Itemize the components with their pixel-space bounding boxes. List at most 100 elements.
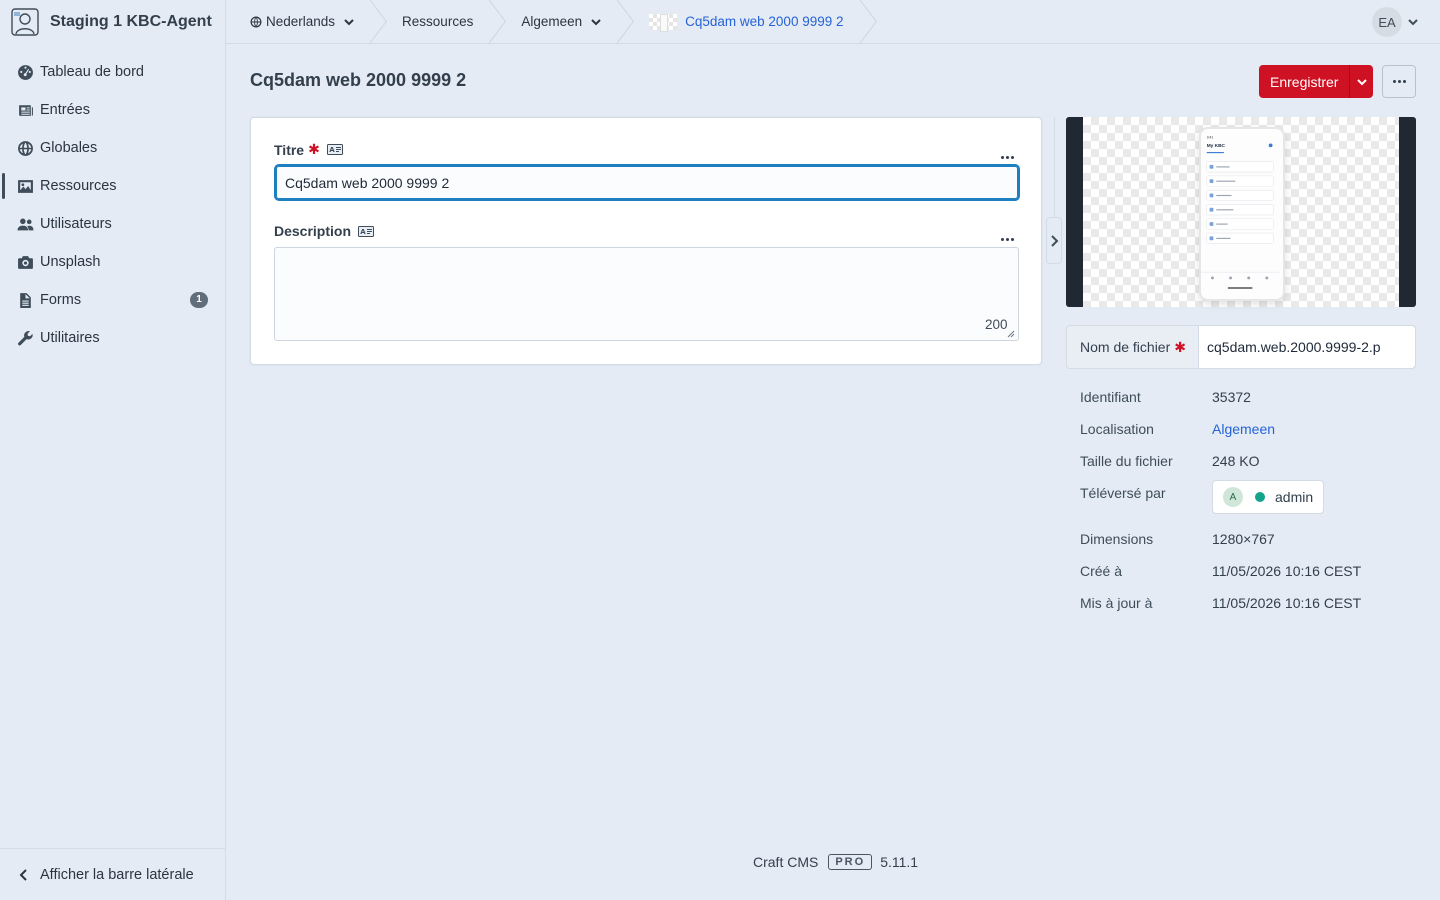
uploader-chip[interactable]: A admin	[1212, 480, 1325, 514]
details-pane-toggle[interactable]	[1046, 217, 1062, 264]
meta-value: 35372	[1212, 389, 1251, 405]
dashboard-gauge-icon	[16, 63, 34, 81]
nav-item-entries[interactable]: Entrées	[0, 91, 225, 129]
nav-item-utilities[interactable]: Utilitaires	[0, 319, 225, 357]
nav-label: Globales	[40, 140, 98, 156]
nav-label: Forms	[40, 292, 82, 308]
svg-text:9:41: 9:41	[1207, 136, 1214, 140]
nav-item-forms[interactable]: Forms 1	[0, 281, 225, 319]
nav-label: Entrées	[40, 102, 90, 118]
location-link[interactable]: Algemeen	[1212, 421, 1275, 437]
meta-key: Localisation	[1080, 421, 1154, 437]
required-asterisk-icon: ✱	[1174, 338, 1186, 355]
nav-item-globals[interactable]: Globales	[0, 129, 225, 167]
nav-label: Utilitaires	[40, 330, 100, 346]
breadcrumb-current-asset[interactable]: Cq5dam web 2000 9999 2	[625, 0, 867, 44]
globe-icon	[16, 139, 34, 157]
image-icon	[16, 177, 34, 195]
site-switcher[interactable]: Nederlands	[226, 0, 378, 44]
meta-row-uploader: Téléversé par A admin	[1080, 480, 1416, 529]
nav-item-dashboard[interactable]: Tableau de bord	[0, 53, 225, 91]
resize-handle-icon[interactable]	[1007, 330, 1015, 338]
edition-badge: PRO	[828, 854, 873, 870]
nav-item-assets[interactable]: Ressources	[0, 167, 225, 205]
breadcrumb-volume[interactable]: Algemeen	[497, 0, 625, 44]
preview-phone-header: My KBC	[1207, 143, 1226, 149]
nav-label: Unsplash	[40, 254, 101, 270]
save-button-group: Enregistrer	[1259, 65, 1374, 98]
chevron-down-icon	[1408, 19, 1418, 26]
description-label: Description	[274, 223, 352, 239]
breadcrumb-assets-label: Ressources	[402, 14, 474, 29]
description-char-count: 200	[985, 317, 1008, 332]
description-field-actions-button[interactable]	[1001, 228, 1014, 244]
version: 5.11.1	[880, 854, 919, 870]
globe-icon	[250, 16, 262, 27]
sidebar-toggle-label: Afficher la barre latérale	[40, 866, 194, 883]
title-field-actions-button[interactable]	[1001, 146, 1014, 162]
pane-divider	[1054, 117, 1055, 217]
camera-icon	[16, 253, 34, 271]
svg-text:A: A	[360, 228, 366, 236]
users-icon	[16, 215, 34, 233]
meta-key: Téléversé par	[1080, 485, 1166, 501]
chevron-down-icon	[344, 18, 354, 25]
chevron-down-icon	[1357, 78, 1367, 85]
product-name: Craft CMS	[753, 854, 819, 870]
meta-key: Mis à jour à	[1080, 595, 1153, 611]
site-label: Nederlands	[266, 14, 336, 29]
newspaper-icon	[16, 101, 34, 119]
asset-metadata: Identifiant 35372 Localisation Algemeen …	[1080, 387, 1416, 625]
breadcrumb-assets[interactable]: Ressources	[378, 0, 497, 44]
show-sidebar-button[interactable]: Afficher la barre latérale	[0, 848, 226, 900]
ellipsis-icon	[1392, 80, 1406, 83]
site-logo-icon	[11, 8, 39, 36]
footer: Craft CMS PRO 5.11.1	[753, 854, 918, 870]
meta-row-updated: Mis à jour à 11/05/2026 10:16 CEST	[1080, 593, 1416, 625]
description-field-label: Description A	[274, 223, 375, 239]
meta-key: Créé à	[1080, 563, 1123, 579]
nav-item-unsplash[interactable]: Unsplash	[0, 243, 225, 281]
title-label: Titre	[274, 141, 305, 158]
brand[interactable]: Staging 1 KBC-Agent	[0, 0, 225, 44]
translatable-icon: A	[358, 225, 375, 237]
site-name: Staging 1 KBC-Agent	[50, 13, 212, 30]
required-asterisk-icon: ✱	[308, 141, 320, 157]
save-options-button[interactable]	[1349, 65, 1374, 98]
meta-value: 11/05/2026 10:16 CEST	[1212, 595, 1362, 611]
meta-value: 248 KO	[1212, 453, 1260, 469]
nav-label: Tableau de bord	[40, 64, 144, 80]
filename-label-text: Nom de fichier	[1080, 339, 1171, 355]
save-button[interactable]: Enregistrer	[1259, 65, 1350, 98]
asset-fields-card: Titre ✱ A Description A 200	[250, 117, 1042, 365]
ellipsis-icon	[1001, 238, 1014, 241]
filename-label: Nom de fichier ✱	[1067, 326, 1199, 368]
chevron-left-icon	[19, 868, 27, 881]
page-title: Cq5dam web 2000 9999 2	[250, 70, 467, 90]
description-textarea[interactable]	[274, 247, 1019, 341]
ellipsis-icon	[1001, 156, 1014, 159]
sidebar: Staging 1 KBC-Agent Tableau de bord Entr…	[0, 0, 226, 900]
asset-thumbnail-icon	[649, 13, 678, 32]
avatar: EA	[1372, 7, 1402, 37]
meta-row-filesize: Taille du fichier 248 KO	[1080, 451, 1416, 483]
chevron-right-icon	[1051, 234, 1059, 247]
filename-field: Nom de fichier ✱	[1066, 325, 1416, 369]
user-menu[interactable]: EA	[1372, 7, 1418, 37]
meta-row-location: Localisation Algemeen	[1080, 419, 1416, 451]
translatable-icon: A	[326, 144, 343, 155]
chevron-down-icon	[591, 18, 601, 25]
meta-key: Taille du fichier	[1080, 453, 1173, 469]
svg-text:A: A	[329, 146, 335, 154]
main-nav: Tableau de bord Entrées Globales Ressour…	[0, 53, 225, 357]
meta-key: Dimensions	[1080, 531, 1154, 547]
meta-value: 1280×767	[1212, 531, 1275, 547]
wrench-icon	[16, 329, 34, 347]
asset-preview-image: 9:41 My KBC	[1199, 127, 1285, 301]
document-icon	[16, 291, 34, 309]
nav-item-users[interactable]: Utilisateurs	[0, 205, 225, 243]
more-actions-button[interactable]	[1382, 65, 1416, 98]
title-input[interactable]	[274, 164, 1020, 201]
nav-label: Ressources	[40, 178, 117, 194]
filename-input[interactable]	[1199, 326, 1415, 368]
